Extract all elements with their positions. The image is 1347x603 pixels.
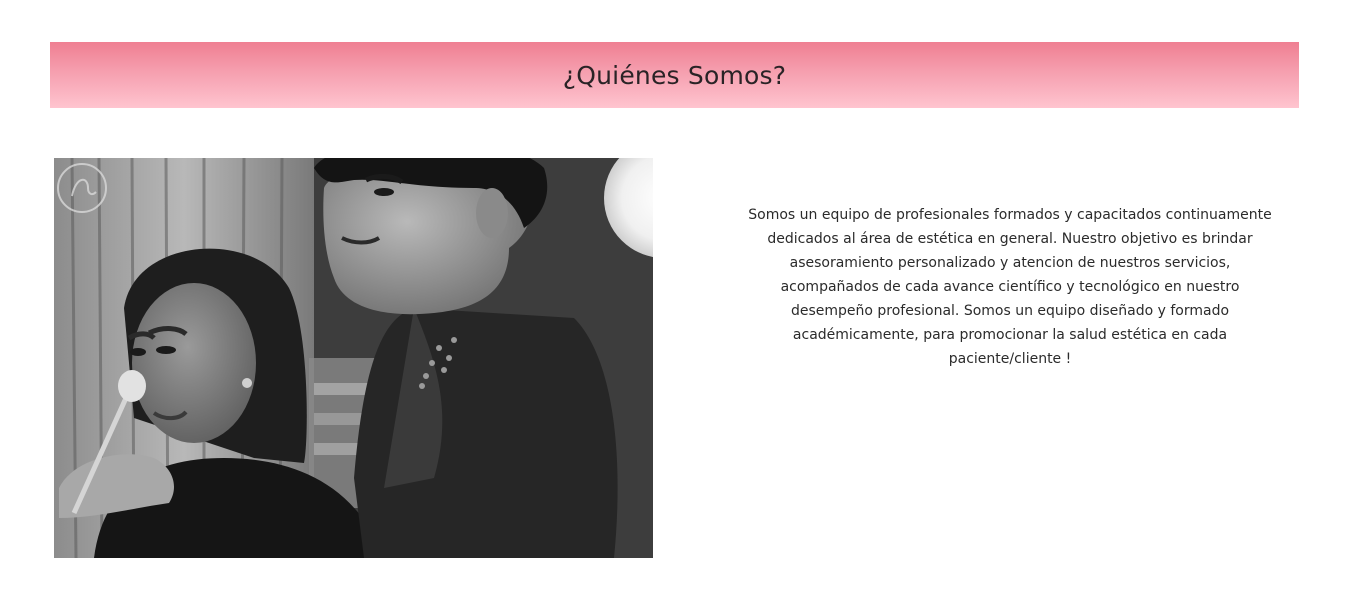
makeup-artist-photo-icon: [54, 158, 653, 558]
about-section: ¿Quiénes Somos? Somos un equipo de profe…: [0, 0, 1347, 603]
team-photo: [54, 158, 653, 558]
about-description: Somos un equipo de profesionales formado…: [748, 207, 1272, 367]
section-header-banner: ¿Quiénes Somos?: [50, 42, 1299, 108]
section-title: ¿Quiénes Somos?: [562, 60, 787, 90]
